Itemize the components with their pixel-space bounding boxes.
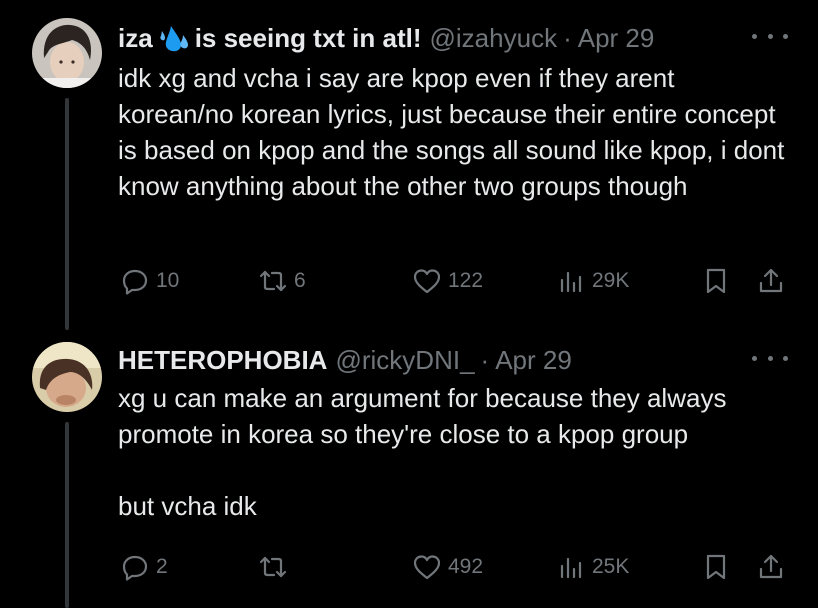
tweet-header: HETEROPHOBIA @rickyDNI_ · Apr 29 [118, 342, 572, 378]
share-icon [759, 554, 783, 579]
tweet-body: idk xg and vcha i say are kpop even if t… [118, 63, 785, 201]
reply-icon [122, 555, 148, 581]
tweet-actions: 10 6 122 29K [0, 261, 818, 301]
retweet-button[interactable]: 6 [258, 261, 306, 301]
bookmark-button[interactable] [701, 261, 731, 301]
author-handle[interactable]: @rickyDNI_ [335, 345, 474, 376]
avatar-iza[interactable] [32, 18, 102, 88]
separator-dot: · [563, 22, 572, 53]
share-icon [759, 268, 783, 293]
reply-button[interactable]: 2 [120, 547, 168, 587]
tweet-1[interactable]: iza is seeing txt in atl! @izahyuck · Ap… [0, 0, 818, 330]
tweet-date[interactable]: Apr 29 [495, 345, 572, 376]
like-icon [413, 269, 441, 294]
retweet-count: 6 [294, 269, 306, 292]
share-button[interactable] [756, 261, 786, 301]
tweet-text: xg u can make an argument for because th… [118, 380, 788, 524]
sweat-droplets-emoji [160, 26, 188, 52]
like-button[interactable]: 122 [412, 261, 483, 301]
views-count: 29K [592, 269, 630, 292]
author-name-suffix[interactable]: is seeing txt in atl! [195, 23, 422, 54]
retweet-button[interactable] [258, 547, 294, 587]
like-icon [413, 555, 441, 580]
more-icon[interactable] [752, 344, 788, 372]
reply-count: 2 [156, 555, 168, 578]
like-button[interactable]: 492 [412, 547, 483, 587]
views-button[interactable]: 29K [556, 261, 629, 301]
tweet-actions: 2 492 25K [0, 547, 818, 587]
more-icon[interactable] [752, 22, 788, 50]
separator-dot: · [480, 344, 490, 375]
tweet-2[interactable]: HETEROPHOBIA @rickyDNI_ · Apr 29 xg u ca… [0, 330, 818, 608]
author-handle[interactable]: @izahyuck [430, 23, 558, 54]
views-count: 25K [592, 555, 630, 578]
like-count: 492 [448, 555, 484, 578]
bookmark-icon [706, 554, 726, 580]
bookmark-button[interactable] [701, 547, 731, 587]
views-icon [560, 271, 582, 293]
tweet-text: idk xg and vcha i say are kpop even if t… [118, 60, 788, 204]
tweet-header: iza is seeing txt in atl! @izahyuck · Ap… [118, 20, 654, 56]
reply-icon [122, 269, 148, 295]
views-button[interactable]: 25K [556, 547, 629, 587]
reply-count: 10 [156, 269, 180, 292]
author-name[interactable]: iza [118, 23, 153, 54]
reply-button[interactable]: 10 [120, 261, 179, 301]
avatar-heterophobia[interactable] [32, 342, 102, 412]
views-icon [560, 557, 582, 579]
retweet-icon [259, 270, 287, 292]
author-name[interactable]: HETEROPHOBIA [118, 345, 327, 376]
bookmark-icon [706, 268, 726, 294]
retweet-icon [259, 556, 287, 578]
tweet-body-paragraph: xg u can make an argument for because th… [118, 383, 727, 449]
share-button[interactable] [756, 547, 786, 587]
tweet-body-paragraph: but vcha idk [118, 491, 257, 521]
like-count: 122 [448, 269, 484, 292]
tweet-date[interactable]: Apr 29 [578, 23, 655, 54]
